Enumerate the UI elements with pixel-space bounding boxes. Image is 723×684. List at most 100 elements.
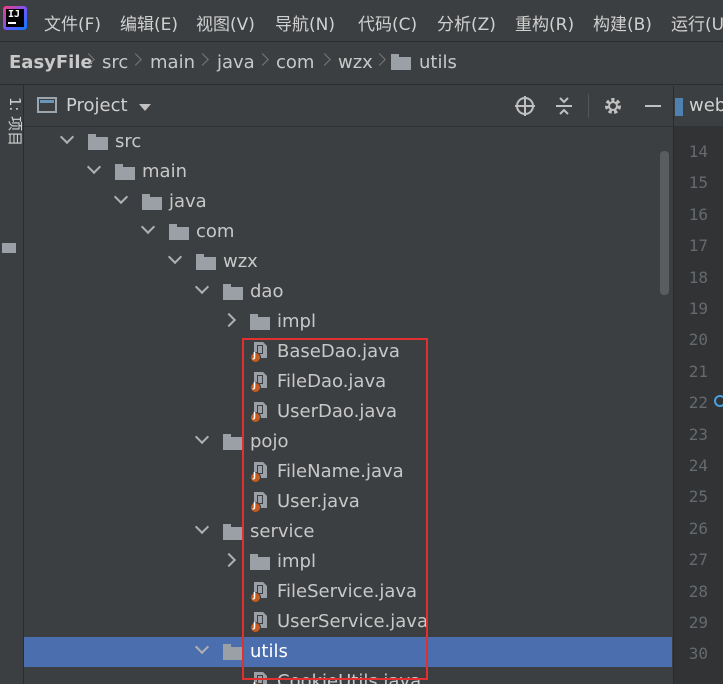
breadcrumb-src[interactable]: src [102, 52, 128, 73]
folder-icon [250, 554, 270, 570]
minimize-icon[interactable] [641, 95, 665, 119]
tree-file-node[interactable]: BaseDao.java [24, 337, 672, 367]
editor-tab-label: web [689, 95, 723, 116]
tree-file-node[interactable]: CookieUtils.java [24, 667, 672, 684]
tree-file-node[interactable]: UserService.java [24, 607, 672, 637]
tree-folder-node[interactable]: dao [24, 277, 672, 307]
tree-file-node[interactable]: FileDao.java [24, 367, 672, 397]
chevron-down-icon[interactable] [194, 639, 210, 655]
tree-folder-node[interactable]: main [24, 157, 672, 187]
line-number: 20 [688, 330, 708, 350]
tree-node-label: CookieUtils.java [277, 671, 422, 684]
project-window-icon [37, 97, 57, 113]
tree-folder-node[interactable]: com [24, 217, 672, 247]
line-number: 14 [688, 142, 708, 161]
project-tool-button[interactable]: 1: 项目 [3, 97, 24, 146]
tree-node-label: impl [277, 311, 316, 332]
tree-node-label: FileName.java [277, 461, 404, 482]
breadcrumb-wzx[interactable]: wzx [338, 52, 373, 73]
tree-folder-node[interactable]: wzx [24, 247, 672, 277]
implementation-marker-icon[interactable] [714, 395, 723, 407]
tree-node-label: com [196, 221, 235, 242]
menu-edit[interactable]: 编辑(E) [120, 10, 178, 35]
line-number: 23 [688, 424, 708, 444]
editor-tab[interactable]: web [674, 86, 723, 126]
menu-run[interactable]: 运行(U) [671, 10, 723, 35]
tree-node-label: utils [250, 641, 288, 662]
folder-icon [2, 243, 16, 253]
toolbar-divider [588, 94, 589, 118]
chevron-right-icon[interactable] [221, 552, 237, 568]
chevron-down-icon[interactable] [194, 519, 210, 535]
tree-node-label: service [250, 521, 315, 542]
java-class-icon [250, 612, 268, 633]
java-class-icon [250, 492, 268, 513]
tree-folder-node[interactable]: utils [24, 637, 672, 667]
tree-folder-node[interactable]: java [24, 187, 672, 217]
chevron-right-icon[interactable] [221, 312, 237, 328]
tree-node-label: main [142, 161, 187, 182]
menu-analyze[interactable]: 分析(Z) [437, 10, 496, 35]
folder-icon [142, 194, 162, 210]
chevron-down-icon[interactable] [139, 104, 151, 111]
breadcrumb-project[interactable]: EasyFile [9, 52, 93, 73]
breadcrumb-utils[interactable]: utils [419, 52, 457, 73]
menu-file[interactable]: 文件(F) [44, 10, 101, 35]
line-number: 25 [688, 487, 708, 507]
project-tree: srcmain java com wzx dao impl BaseDao.java File… [24, 127, 672, 684]
tree-node-label: src [115, 131, 142, 152]
chevron-down-icon[interactable] [140, 219, 156, 235]
tree-folder-node[interactable]: src [24, 127, 672, 157]
line-number: 27 [688, 550, 708, 570]
menu-navigate[interactable]: 导航(N) [275, 10, 335, 35]
chevron-down-icon[interactable] [86, 159, 102, 175]
tool-window-strip: 1: 项目 [0, 85, 24, 684]
tree-file-node[interactable]: FileService.java [24, 577, 672, 607]
tree-node-label: FileDao.java [277, 371, 387, 392]
collapse-all-icon[interactable] [552, 95, 576, 119]
breadcrumb: EasyFile src main java com wzx utils [0, 43, 723, 85]
menu-code[interactable]: 代码(C) [358, 10, 417, 35]
tree-node-label: wzx [223, 251, 258, 272]
line-number: 22 [688, 393, 708, 413]
breadcrumb-java[interactable]: java [217, 52, 255, 73]
crosshair-icon[interactable] [513, 95, 537, 119]
tree-folder-node[interactable]: pojo [24, 427, 672, 457]
gear-icon[interactable] [601, 95, 625, 119]
chevron-down-icon[interactable] [167, 249, 183, 265]
chevron-down-icon[interactable] [59, 129, 75, 145]
folder-icon [169, 224, 189, 240]
folder-icon [223, 524, 243, 540]
chevron-down-icon[interactable] [113, 189, 129, 205]
vertical-scrollbar[interactable] [660, 151, 669, 295]
tree-folder-node[interactable]: impl [24, 547, 672, 577]
tree-folder-node[interactable]: service [24, 517, 672, 547]
tree-file-node[interactable]: User.java [24, 487, 672, 517]
line-number: 15 [688, 173, 708, 193]
line-number: 16 [688, 204, 708, 224]
folder-icon [196, 254, 216, 270]
project-view-selector[interactable]: Project [66, 95, 128, 116]
breadcrumb-separator-icon [131, 53, 139, 67]
breadcrumb-com[interactable]: com [276, 52, 314, 73]
breadcrumb-main[interactable]: main [150, 52, 195, 73]
chevron-down-icon[interactable] [194, 429, 210, 445]
line-number: 28 [688, 581, 708, 601]
java-class-icon [250, 372, 268, 393]
line-number: 17 [688, 236, 708, 256]
tree-file-node[interactable]: FileName.java [24, 457, 672, 487]
menu-view[interactable]: 视图(V) [196, 10, 255, 35]
breadcrumb-separator-icon [320, 53, 328, 67]
tree-node-label: UserService.java [277, 611, 428, 632]
menu-refactor[interactable]: 重构(R) [515, 10, 574, 35]
tree-node-label: UserDao.java [277, 401, 398, 422]
tree-folder-node[interactable]: impl [24, 307, 672, 337]
java-class-icon [250, 672, 268, 684]
tree-file-node[interactable]: UserDao.java [24, 397, 672, 427]
tree-node-label: FileService.java [277, 581, 418, 602]
breadcrumb-separator-icon [198, 53, 206, 67]
menu-build[interactable]: 构建(B) [593, 10, 652, 35]
folder-icon [223, 284, 243, 300]
chevron-down-icon[interactable] [194, 279, 210, 295]
editor-area: web 14 15 16 17 18 19 20 21 22 23 24 25 26 27 28 29 30 [673, 86, 723, 684]
